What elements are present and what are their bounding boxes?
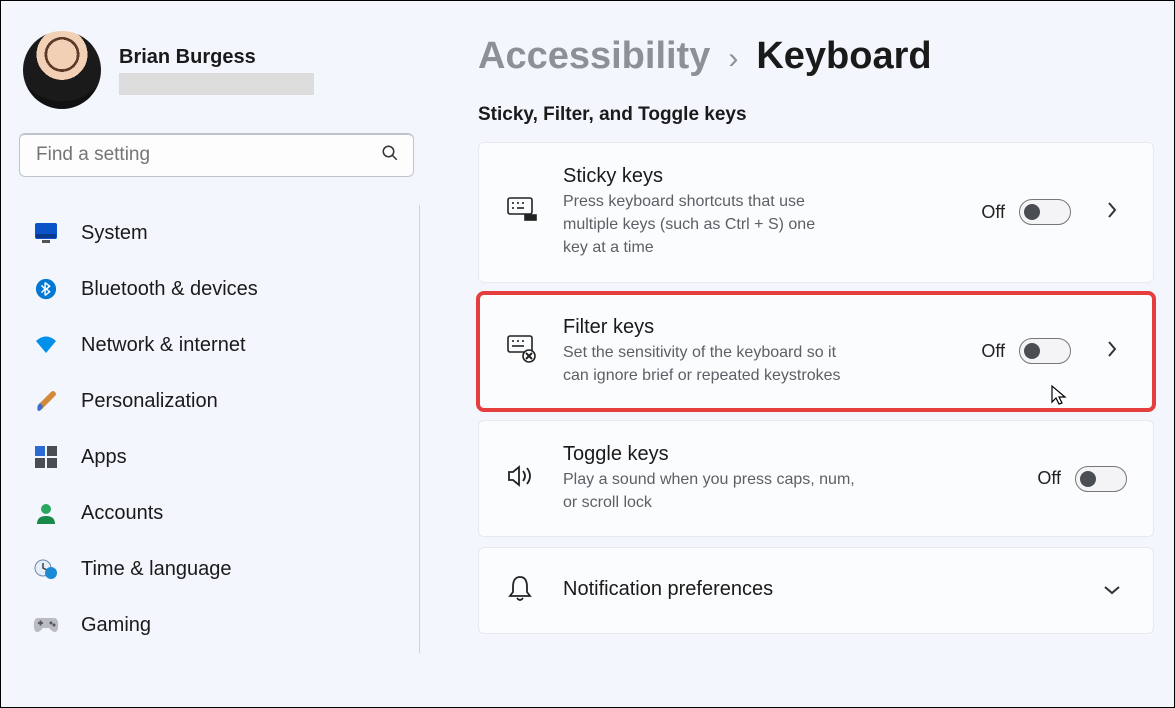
wifi-icon xyxy=(33,332,59,358)
toggle-state-label: Off xyxy=(981,202,1005,223)
search-input[interactable] xyxy=(19,133,414,177)
toggle-state-label: Off xyxy=(981,341,1005,362)
monitor-icon xyxy=(33,220,59,246)
nav-label: Network & internet xyxy=(81,334,246,357)
sidebar-item-time[interactable]: Time & language xyxy=(19,541,409,597)
nav-label: Apps xyxy=(81,446,127,469)
search-field[interactable] xyxy=(34,143,381,167)
setting-title: Notification preferences xyxy=(563,578,773,601)
setting-title: Sticky keys xyxy=(563,165,843,188)
gamepad-icon xyxy=(33,612,59,638)
speaker-icon xyxy=(507,464,537,493)
chevron-down-icon[interactable] xyxy=(1097,580,1127,601)
apps-icon xyxy=(33,444,59,470)
nav-label: Gaming xyxy=(81,614,151,637)
profile-name: Brian Burgess xyxy=(119,46,314,69)
setting-description: Press keyboard shortcuts that use multip… xyxy=(563,190,843,260)
setting-row-toggle-keys[interactable]: Toggle keys Play a sound when you press … xyxy=(478,420,1154,537)
setting-title: Filter keys xyxy=(563,316,843,339)
keyboard-filter-icon xyxy=(507,335,537,368)
nav-label: Personalization xyxy=(81,390,218,413)
nav-label: Bluetooth & devices xyxy=(81,278,258,301)
sidebar-item-accounts[interactable]: Accounts xyxy=(19,485,409,541)
avatar xyxy=(23,31,101,109)
toggle-keys-toggle[interactable] xyxy=(1075,466,1127,492)
brush-icon xyxy=(33,388,59,414)
clock-globe-icon xyxy=(33,556,59,582)
breadcrumb-parent[interactable]: Accessibility xyxy=(478,35,710,78)
setting-row-notification-preferences[interactable]: Notification preferences xyxy=(478,547,1154,634)
filter-keys-toggle[interactable] xyxy=(1019,338,1071,364)
keyboard-icon xyxy=(507,197,537,228)
bell-icon xyxy=(507,574,537,607)
bluetooth-icon xyxy=(33,276,59,302)
sidebar: Brian Burgess System Bluetooth & devi xyxy=(1,1,438,707)
setting-row-sticky-keys[interactable]: Sticky keys Press keyboard shortcuts tha… xyxy=(478,142,1154,283)
nav-label: Accounts xyxy=(81,502,163,525)
sticky-keys-toggle[interactable] xyxy=(1019,199,1071,225)
nav-label: System xyxy=(81,222,148,245)
toggle-state-label: Off xyxy=(1037,468,1061,489)
main-content: Accessibility › Keyboard Sticky, Filter,… xyxy=(438,1,1174,707)
profile-email-redacted xyxy=(119,73,314,95)
person-icon xyxy=(33,500,59,526)
sidebar-item-gaming[interactable]: Gaming xyxy=(19,597,409,653)
setting-description: Set the sensitivity of the keyboard so i… xyxy=(563,341,843,387)
profile-block[interactable]: Brian Burgess xyxy=(23,31,420,109)
setting-description: Play a sound when you press caps, num, o… xyxy=(563,468,863,514)
breadcrumb-current: Keyboard xyxy=(756,35,931,78)
breadcrumb: Accessibility › Keyboard xyxy=(478,35,1154,78)
section-heading: Sticky, Filter, and Toggle keys xyxy=(478,104,1154,126)
chevron-right-icon[interactable] xyxy=(1097,340,1127,363)
breadcrumb-separator: › xyxy=(728,42,738,76)
sidebar-item-bluetooth[interactable]: Bluetooth & devices xyxy=(19,261,409,317)
setting-row-filter-keys[interactable]: Filter keys Set the sensitivity of the k… xyxy=(478,293,1154,410)
sidebar-item-system[interactable]: System xyxy=(19,205,409,261)
sidebar-item-personalization[interactable]: Personalization xyxy=(19,373,409,429)
setting-title: Toggle keys xyxy=(563,443,863,466)
nav-list: System Bluetooth & devices Network & int… xyxy=(19,205,420,653)
sidebar-item-apps[interactable]: Apps xyxy=(19,429,409,485)
nav-label: Time & language xyxy=(81,558,231,581)
search-icon xyxy=(381,144,399,167)
sidebar-item-network[interactable]: Network & internet xyxy=(19,317,409,373)
chevron-right-icon[interactable] xyxy=(1097,201,1127,224)
